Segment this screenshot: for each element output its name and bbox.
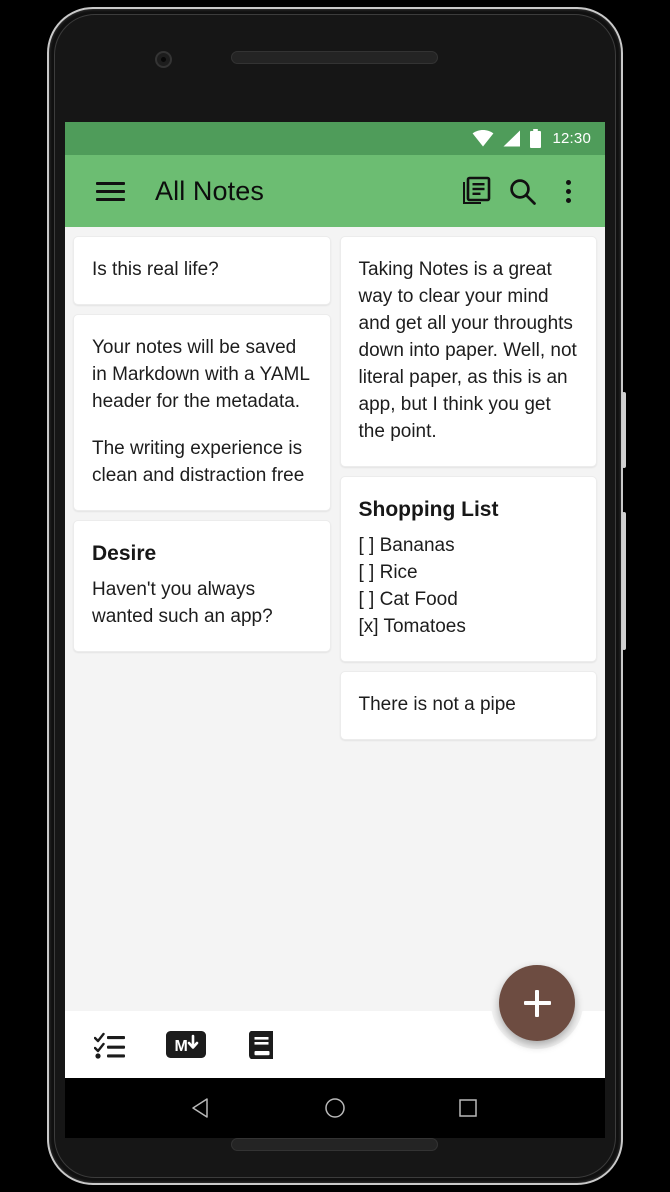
page-title: All Notes	[155, 175, 264, 206]
note-paragraph: Taking Notes is a great way to clear you…	[358, 259, 583, 442]
overflow-menu-button[interactable]	[545, 168, 591, 214]
hamburger-menu-icon	[95, 177, 125, 206]
checklist-button[interactable]	[89, 1024, 131, 1066]
recents-square-icon	[459, 1099, 478, 1117]
note-card[interactable]: There is not a pipe	[339, 670, 597, 740]
phone-screen: 12:30 All Notes Is this real life? Your …	[65, 122, 605, 1078]
screenshot-stage: 12:30 All Notes Is this real life? Your …	[0, 0, 670, 1192]
home-button[interactable]	[313, 1086, 357, 1130]
note-paragraph: The writing experience is clean and dist…	[92, 437, 308, 486]
notebook-button[interactable]	[241, 1024, 283, 1066]
note-paragraph: Your notes will be saved in Markdown wit…	[92, 336, 315, 412]
back-triangle-icon	[191, 1098, 208, 1118]
note-card[interactable]: Shopping List [ ] Bananas [ ] Rice [ ] C…	[339, 475, 597, 662]
app-bar: All Notes	[65, 155, 605, 227]
battery-icon	[530, 129, 542, 148]
volume-button[interactable]	[622, 512, 626, 650]
note-paragraph: Is this real life?	[92, 259, 219, 280]
status-bar: 12:30	[65, 122, 605, 155]
markdown-button[interactable]: M	[165, 1024, 207, 1066]
library-button[interactable]	[453, 168, 499, 214]
overflow-menu-icon	[565, 179, 571, 203]
markdown-letter: M	[175, 1038, 188, 1055]
note-title: Desire	[92, 541, 157, 565]
note-card[interactable]: Is this real life?	[73, 236, 331, 305]
earpiece-speaker	[231, 51, 438, 64]
search-icon	[509, 178, 536, 205]
note-card[interactable]: Desire Haven't you always wanted such an…	[73, 519, 331, 652]
recents-button[interactable]	[446, 1086, 490, 1130]
notes-column-left: Is this real life? Your notes will be sa…	[73, 236, 331, 652]
notes-grid: Is this real life? Your notes will be sa…	[65, 227, 605, 1078]
note-card[interactable]: Taking Notes is a great way to clear you…	[339, 236, 597, 467]
status-bar-clock: 12:30	[552, 130, 591, 147]
note-paragraph: Haven't you always wanted such an app?	[92, 579, 273, 627]
front-camera-icon	[155, 51, 172, 68]
android-navigation-bar	[65, 1078, 605, 1138]
home-circle-icon	[325, 1098, 345, 1118]
cellular-signal-icon	[503, 130, 521, 147]
power-button[interactable]	[622, 392, 626, 468]
markdown-icon: M	[166, 1031, 206, 1058]
wifi-icon	[473, 130, 494, 147]
add-note-fab[interactable]	[499, 965, 575, 1041]
bottom-speaker	[231, 1138, 438, 1151]
library-icon	[463, 176, 491, 204]
search-button[interactable]	[499, 168, 545, 214]
checklist-icon	[94, 1032, 125, 1059]
note-checklist: [ ] Bananas [ ] Rice [ ] Cat Food [x] To…	[358, 534, 466, 637]
note-paragraph: There is not a pipe	[358, 693, 516, 715]
notes-column-right: Taking Notes is a great way to clear you…	[339, 236, 597, 740]
plus-icon-vertical	[535, 989, 539, 1017]
note-title: Shopping List	[358, 497, 499, 521]
notebook-icon	[249, 1030, 273, 1059]
back-button[interactable]	[180, 1086, 224, 1130]
hamburger-menu-button[interactable]	[87, 168, 133, 214]
note-card[interactable]: Your notes will be saved in Markdown wit…	[73, 313, 331, 511]
